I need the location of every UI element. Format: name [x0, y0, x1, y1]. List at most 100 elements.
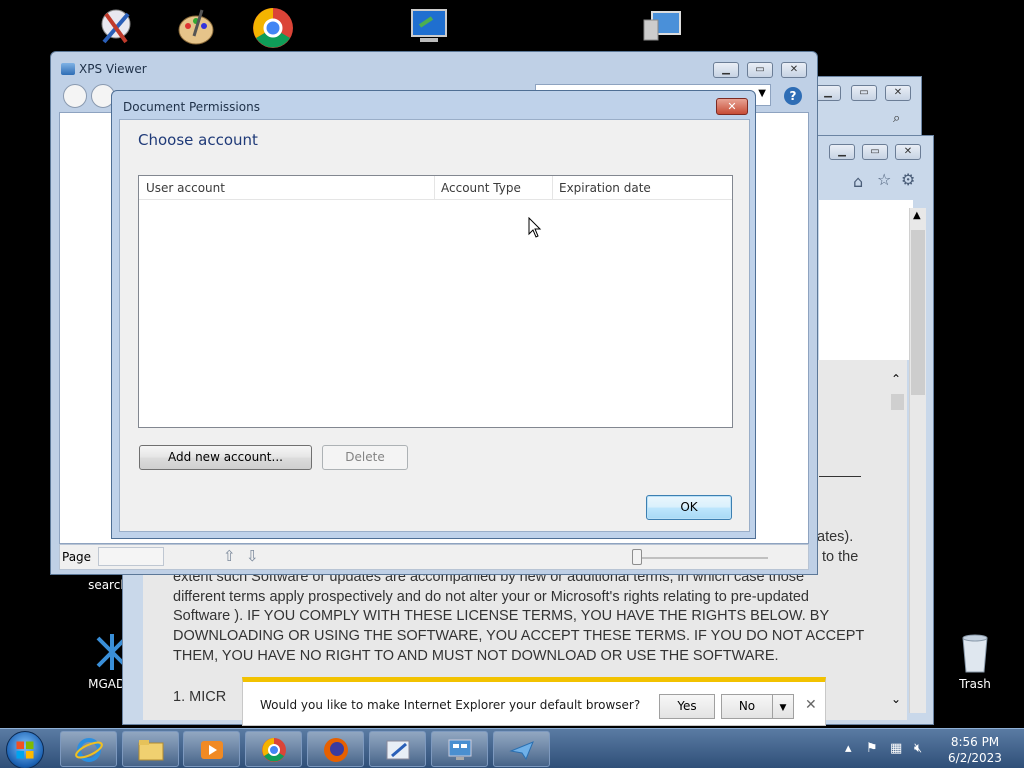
divider-line — [819, 476, 861, 477]
accounts-list-header: User account Account Type Expiration dat… — [139, 176, 732, 200]
column-header-user-account[interactable]: User account — [146, 181, 225, 195]
license-line: DOWNLOADING OR USING THE SOFTWARE, YOU A… — [173, 628, 865, 645]
volume-muted-icon[interactable]: 🔇︎ — [914, 741, 922, 756]
arrow-down-icon[interactable]: ⇩ — [246, 547, 259, 565]
chevron-down-icon[interactable]: ▼ — [758, 88, 766, 99]
media-player-icon — [201, 741, 223, 759]
desktop-icon-computer[interactable] — [396, 6, 460, 53]
desktop-icon-label: Trash — [959, 677, 991, 691]
paper-plane-icon — [509, 741, 534, 761]
maximize-button[interactable]: ▭ — [747, 62, 773, 78]
taskbar-firefox[interactable] — [307, 731, 364, 767]
license-line: Software ). IF YOU COMPLY WITH THESE LIC… — [173, 608, 830, 625]
window-title: XPS Viewer — [79, 62, 147, 76]
paint-icon — [101, 9, 131, 44]
taskbar-file-explorer[interactable] — [122, 731, 179, 767]
taskbar-media-player[interactable] — [183, 731, 240, 767]
close-button[interactable]: ✕ — [895, 144, 921, 160]
license-list-item: 1. MICR — [173, 689, 227, 705]
chevron-down-icon[interactable]: ⌄ — [891, 692, 901, 706]
zoom-slider-thumb[interactable] — [632, 549, 642, 565]
dialog-heading: Choose account — [138, 131, 258, 149]
start-button[interactable] — [6, 731, 44, 768]
close-button[interactable]: ✕ — [781, 62, 807, 78]
desktop-icon-network[interactable] — [630, 6, 694, 53]
back-button[interactable] — [63, 84, 87, 108]
taskbar-control-panel[interactable] — [431, 731, 488, 767]
ie-window-back[interactable]: ▁ ▭ ✕ ⌕ — [810, 76, 922, 136]
no-button[interactable]: No — [721, 694, 773, 719]
desktop-icon-palette[interactable] — [164, 6, 228, 53]
no-options-dropdown[interactable]: ▼ — [772, 694, 794, 719]
close-button[interactable]: ✕ — [716, 98, 748, 115]
recycle-bin-icon — [962, 634, 988, 673]
notification-message: Would you like to make Internet Explorer… — [260, 698, 641, 712]
dialog-title: Document Permissions — [123, 100, 260, 114]
delete-button[interactable]: Delete — [322, 445, 408, 470]
help-icon[interactable]: ? — [784, 87, 802, 105]
gear-icon[interactable]: ⚙ — [901, 170, 915, 189]
default-browser-notification: Would you like to make Internet Explorer… — [242, 677, 826, 726]
scroll-thumb[interactable] — [911, 230, 925, 395]
column-header-account-type[interactable]: Account Type — [441, 181, 521, 195]
chevron-up-icon[interactable]: ⌃ — [891, 372, 901, 386]
minimize-button[interactable]: ▁ — [815, 85, 841, 101]
favorites-star-icon[interactable]: ☆ — [877, 170, 891, 189]
zoom-slider-track[interactable] — [638, 557, 768, 559]
page-number-input[interactable] — [98, 547, 164, 566]
desktop-icon-paint[interactable] — [84, 6, 148, 53]
home-icon[interactable]: ⌂ — [853, 172, 863, 191]
maximize-button[interactable]: ▭ — [851, 85, 877, 101]
close-icon[interactable]: ✕ — [805, 697, 817, 713]
yes-button[interactable]: Yes — [659, 694, 715, 719]
taskbar-internet-explorer[interactable] — [60, 731, 117, 767]
maximize-button[interactable]: ▭ — [862, 144, 888, 160]
taskbar-clock[interactable]: 8:56 PM 6/2/2023 — [946, 734, 1004, 766]
accounts-list[interactable]: User account Account Type Expiration dat… — [138, 175, 733, 428]
firefox-icon — [324, 738, 348, 762]
scroll-thumb[interactable] — [891, 394, 904, 410]
scrollbar[interactable]: ▲ — [909, 208, 926, 713]
ok-button[interactable]: OK — [646, 495, 732, 520]
column-divider[interactable] — [434, 176, 435, 200]
desktop-icon-chrome[interactable] — [241, 6, 305, 53]
column-header-expiration-date[interactable]: Expiration date — [559, 181, 651, 195]
network-computer-icon — [643, 11, 681, 41]
action-center-icon[interactable]: ⚑ — [866, 741, 878, 756]
ie-page-area — [819, 200, 913, 360]
minimize-button[interactable]: ▁ — [713, 62, 739, 78]
windows-logo-icon — [16, 741, 34, 759]
show-hidden-icons[interactable]: ▴ — [845, 741, 852, 756]
control-panel-icon — [448, 739, 472, 760]
clock-date: 6/2/2023 — [948, 751, 1002, 765]
paint-brush-icon — [386, 740, 410, 760]
taskbar: ▴ ⚑ ▦ 🔇︎ 8:56 PM 6/2/2023 — [0, 728, 1024, 768]
column-divider[interactable] — [552, 176, 553, 200]
xps-icon — [61, 63, 75, 75]
monitor-icon — [411, 9, 447, 42]
chrome-icon — [253, 8, 293, 48]
arrow-up-icon[interactable]: ⇧ — [223, 547, 236, 565]
page-label: Page — [62, 550, 92, 564]
chevron-down-icon: ▼ — [779, 703, 787, 713]
taskbar-xps-viewer[interactable] — [493, 731, 550, 767]
inner-scrollbar[interactable]: ⌃ ⌄ — [887, 370, 907, 710]
chrome-icon — [262, 738, 286, 762]
add-new-account-button[interactable]: Add new account... — [139, 445, 312, 470]
minimize-button[interactable]: ▁ — [829, 144, 855, 160]
taskbar-paint[interactable] — [369, 731, 426, 767]
scroll-up-icon[interactable]: ▲ — [913, 210, 921, 221]
internet-explorer-icon — [75, 738, 103, 762]
desktop-icon-trash[interactable]: Trash — [943, 630, 1007, 691]
clock-time: 8:56 PM — [950, 735, 1000, 749]
license-line: different terms apply prospectively and … — [173, 588, 809, 605]
network-icon[interactable]: ▦ — [890, 741, 902, 756]
taskbar-chrome[interactable] — [245, 731, 302, 767]
search-icon[interactable]: ⌕ — [893, 111, 900, 126]
document-permissions-dialog[interactable]: Document Permissions ✕ Choose account Us… — [111, 90, 756, 539]
close-button[interactable]: ✕ — [885, 85, 911, 101]
mouse-cursor-icon — [528, 217, 542, 238]
license-line: THEM, YOU HAVE NO RIGHT TO AND MUST NOT … — [173, 647, 779, 664]
palette-icon — [178, 9, 214, 45]
folder-icon — [138, 740, 164, 761]
